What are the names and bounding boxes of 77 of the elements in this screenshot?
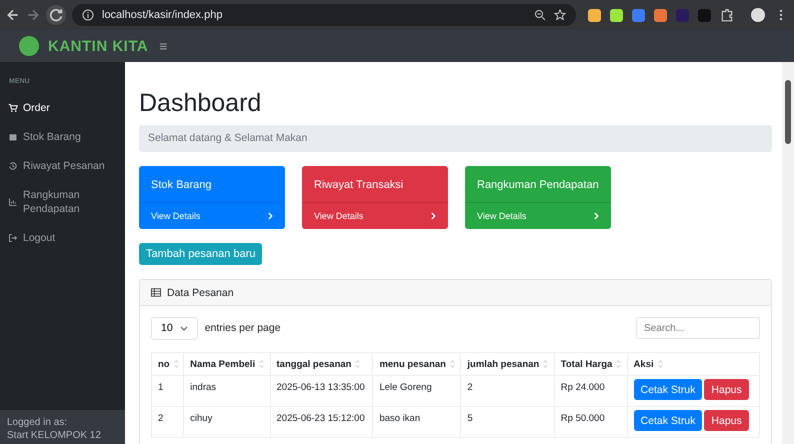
info-icon (82, 9, 94, 21)
sidebar-item[interactable]: Rangkuman Pendapatan (0, 181, 125, 224)
card-title: Riwayat Transaksi (313, 178, 404, 193)
table-cell: Rp 50.000 (554, 406, 628, 438)
sort-icon (259, 358, 264, 369)
chart-icon (8, 197, 18, 207)
history-icon (8, 161, 18, 171)
card-title: Data Pesanan (167, 286, 234, 298)
table-cell: indras (184, 376, 270, 406)
table-icon (151, 288, 161, 297)
zoom-icon[interactable] (534, 9, 546, 21)
page-size-select[interactable]: 10 (151, 316, 198, 340)
chevron-down-icon (180, 326, 188, 330)
box-icon (8, 132, 18, 142)
puzzle-icon[interactable] (720, 8, 734, 22)
chevron-right-icon (268, 212, 273, 220)
page-title: Dashboard (139, 88, 262, 118)
back-icon[interactable] (6, 8, 20, 22)
column-header[interactable]: tanggal pesanan (270, 352, 373, 376)
add-order-button[interactable]: Tambah pesanan baru (139, 243, 262, 265)
print-receipt-button[interactable]: Cetak Struk (634, 410, 702, 431)
table-cell: 1 (152, 376, 184, 406)
view-details-link[interactable]: View Details (302, 202, 448, 229)
table-cell: 2025-06-13 13:35:00 (270, 376, 373, 406)
table-cell: cihuy (184, 406, 270, 438)
card-title: Rangkuman Pendapatan (476, 178, 600, 193)
column-header[interactable]: no (152, 352, 184, 376)
extension-icon[interactable] (654, 8, 667, 22)
column-header[interactable]: jumlah pesanan (460, 352, 554, 376)
menu-toggle[interactable]: ≡ (157, 38, 170, 54)
table-cell: baso ikan (372, 406, 461, 438)
sort-icon (658, 358, 663, 369)
profile-avatar[interactable] (751, 8, 765, 22)
sidebar-item[interactable]: Riwayat Pesanan (0, 152, 125, 181)
forward-icon[interactable] (26, 8, 40, 22)
column-header[interactable]: Nama Pembeli (184, 352, 270, 376)
table-cell: Lele Goreng (372, 376, 461, 406)
url-text: localhost/kasir/index.php (102, 9, 222, 21)
table-cell: 2 (152, 406, 184, 438)
sort-icon (355, 358, 360, 369)
breadcrumb: Selamat datang & Selamat Makan (139, 125, 772, 152)
logout-icon (8, 233, 18, 243)
sidebar-item[interactable]: Order (0, 94, 125, 123)
extension-icon[interactable] (610, 8, 623, 22)
column-header[interactable]: menu pesanan (372, 352, 461, 376)
sidebar-item[interactable]: Logout (0, 224, 125, 253)
sidebar-item[interactable]: Stok Barang (0, 123, 125, 152)
sort-icon (450, 358, 455, 369)
table-cell: Rp 24.000 (554, 376, 628, 406)
sort-icon (616, 358, 622, 369)
address-bar[interactable]: localhost/kasir/index.php (72, 4, 576, 26)
card-title: Stok Barang (150, 178, 213, 193)
table-cell: 2025-06-23 15:12:00 (270, 406, 373, 438)
delete-button[interactable]: Hapus (704, 379, 749, 400)
view-details-link[interactable]: View Details (465, 202, 611, 229)
star-icon[interactable] (554, 9, 566, 21)
sort-icon (543, 358, 548, 369)
scrollbar[interactable] (782, 62, 794, 444)
logged-user: Start KELOMPOK 12 (7, 429, 102, 442)
delete-button[interactable]: Hapus (704, 410, 749, 431)
brand-name[interactable]: KANTIN KITA (48, 38, 148, 54)
footer-caption: Logged in as: (7, 416, 68, 429)
reload-icon[interactable] (46, 5, 66, 25)
search-field[interactable]: Search... (636, 317, 760, 339)
print-receipt-button[interactable]: Cetak Struk (634, 379, 702, 400)
chevron-right-icon (594, 212, 599, 220)
column-header[interactable]: Aksi (627, 352, 760, 376)
table-cell: 2 (460, 376, 554, 406)
page-size-label: entries per page (204, 322, 281, 334)
chevron-right-icon (431, 212, 436, 220)
sort-icon (174, 358, 179, 369)
column-header[interactable]: Total Harga (554, 352, 628, 376)
cart-icon (8, 103, 18, 113)
extension-icon[interactable] (588, 8, 601, 22)
table-cell: 5 (460, 406, 554, 438)
view-details-link[interactable]: View Details (139, 202, 285, 229)
logo-icon (19, 36, 39, 56)
